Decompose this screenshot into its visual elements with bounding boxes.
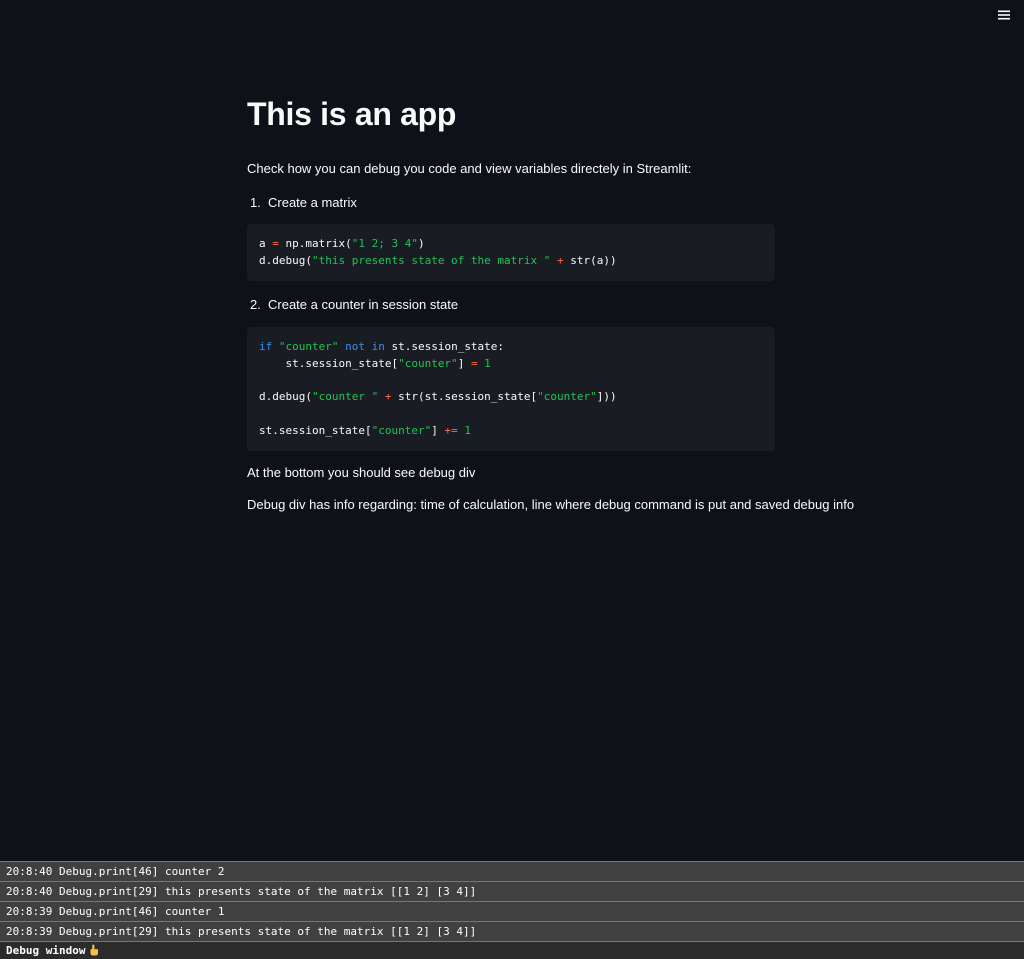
step-number: 2.: [250, 297, 261, 312]
code-line: a = np.matrix("1 2; 3 4"): [259, 237, 425, 250]
debug-log-row: 20:8:40 Debug.print[29] this presents st…: [0, 881, 1024, 901]
step-label: Create a matrix: [268, 195, 357, 210]
step-label: Create a counter in session state: [268, 297, 459, 312]
code-line: if "counter" not in st.session_state:: [259, 340, 505, 353]
hamburger-menu-icon: [998, 10, 1010, 20]
code-block-counter[interactable]: if "counter" not in st.session_state: st…: [247, 327, 775, 451]
debug-window: 20:8:40 Debug.print[46] counter 2 20:8:4…: [0, 861, 1024, 959]
debug-window-label: Debug window: [6, 944, 86, 957]
code-block-matrix[interactable]: a = np.matrix("1 2; 3 4") d.debug("this …: [247, 224, 775, 281]
debug-log-row: 20:8:39 Debug.print[46] counter 1: [0, 901, 1024, 921]
debug-log-row: 20:8:40 Debug.print[46] counter 2: [0, 861, 1024, 881]
step-number: 1.: [250, 195, 261, 210]
list-item-step-2: 2. Create a counter in session state: [247, 297, 458, 313]
note-debug-info: Debug div has info regarding: time of ca…: [247, 497, 855, 512]
page-title: This is an app: [247, 96, 457, 132]
pointing-hand-icon: [89, 944, 99, 959]
code-line: st.session_state["counter"] += 1: [259, 423, 471, 437]
debug-window-toggle[interactable]: Debug window: [0, 941, 1024, 959]
main-menu-button[interactable]: [994, 6, 1014, 24]
list-item-step-1: 1. Create a matrix: [247, 195, 357, 211]
note-bottom-debug: At the bottom you should see debug div: [247, 465, 476, 480]
code-line: d.debug("counter " + str(st.session_stat…: [259, 390, 617, 404]
debug-log-row: 20:8:39 Debug.print[29] this presents st…: [0, 921, 1024, 941]
streamlit-app: This is an app Check how you can debug y…: [0, 0, 1024, 959]
code-line: d.debug("this presents state of the matr…: [259, 253, 617, 267]
code-line: st.session_state["counter"] = 1: [259, 356, 491, 370]
intro-text: Check how you can debug you code and vie…: [247, 161, 692, 176]
